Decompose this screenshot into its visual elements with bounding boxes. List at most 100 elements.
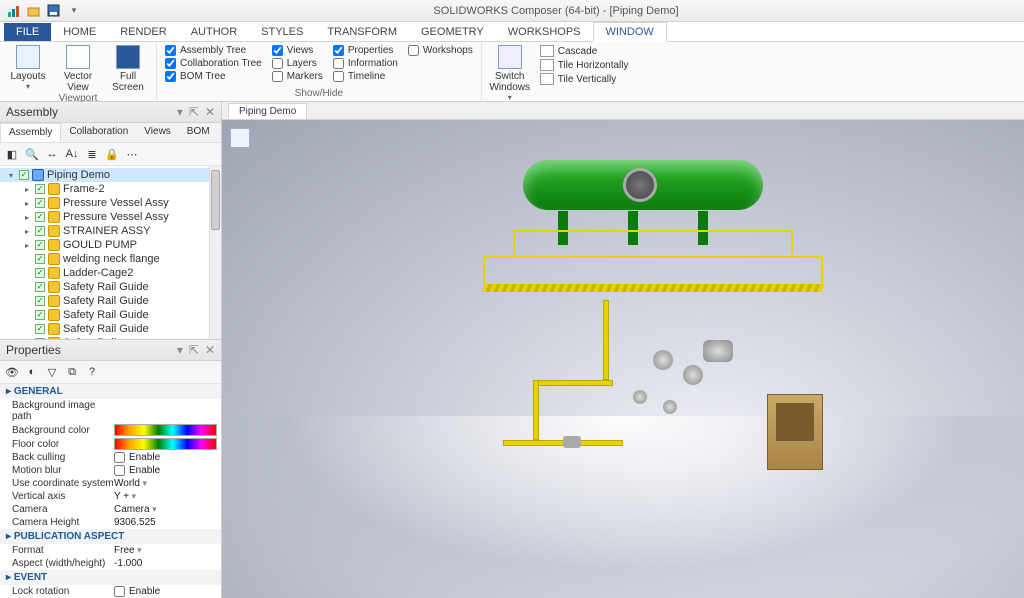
- assembly-toolbar: ◧ 🔍 ↔ A↓ ≣ 🔒 ⋯: [0, 143, 221, 166]
- tree-item[interactable]: ✓Safety Rail Guide: [0, 308, 221, 322]
- prop-bg-color[interactable]: Background color: [0, 423, 221, 437]
- tree-item[interactable]: ▸✓STRAINER ASSY: [0, 224, 221, 238]
- color-gradient-icon[interactable]: [114, 424, 217, 436]
- subtab-assembly[interactable]: Assembly: [0, 123, 61, 142]
- prop-format[interactable]: FormatFree: [0, 544, 221, 557]
- chk-bom-tree[interactable]: BOM Tree: [165, 71, 262, 82]
- chk-layers[interactable]: Layers: [272, 58, 323, 69]
- qat-save-icon[interactable]: [46, 3, 62, 19]
- tree-item[interactable]: ✓Safety Rail Guide: [0, 322, 221, 336]
- tab-window[interactable]: WINDOW: [593, 22, 667, 42]
- tb-sort-icon[interactable]: A↓: [64, 146, 80, 162]
- assembly-subtabs: Assembly Collaboration Views BOM: [0, 123, 221, 143]
- tab-styles[interactable]: STYLES: [249, 23, 315, 41]
- props-close-icon[interactable]: ✕: [205, 343, 215, 357]
- vector-view-button[interactable]: Vector View: [58, 45, 98, 93]
- viewport-3d[interactable]: [222, 120, 1024, 598]
- panel-close-icon[interactable]: ✕: [205, 105, 215, 119]
- panel-pin-icon[interactable]: ⇱: [189, 105, 199, 119]
- pt-neutral-icon[interactable]: ◐: [24, 364, 40, 380]
- chk-markers[interactable]: Markers: [272, 71, 323, 82]
- tb-list-icon[interactable]: ≣: [84, 146, 100, 162]
- tab-file[interactable]: FILE: [4, 23, 51, 41]
- switch-windows-button[interactable]: Switch Windows▾: [490, 45, 530, 102]
- prop-camera-height[interactable]: Camera Height9306.525: [0, 516, 221, 529]
- tab-home[interactable]: HOME: [51, 23, 108, 41]
- chk-collaboration-tree[interactable]: Collaboration Tree: [165, 58, 262, 69]
- panel-dropdown-icon[interactable]: ▾: [177, 105, 183, 119]
- pt-copy-icon[interactable]: ⧉: [64, 364, 80, 380]
- props-dropdown-icon[interactable]: ▾: [177, 343, 183, 357]
- properties-title: Properties: [6, 343, 61, 357]
- control-cabinet: [767, 394, 823, 470]
- qat-dropdown-icon[interactable]: ▾: [66, 3, 82, 19]
- tree-item[interactable]: ✓Safety Rail Guide: [0, 294, 221, 308]
- tree-item[interactable]: ✓Safety Rail Guide: [0, 280, 221, 294]
- pt-filter-icon[interactable]: ▽: [44, 364, 60, 380]
- subtab-collaboration[interactable]: Collaboration: [61, 123, 136, 142]
- prop-coord-sys[interactable]: Use coordinate systemWorld: [0, 477, 221, 490]
- subtab-views[interactable]: Views: [136, 123, 179, 142]
- tb-cube-icon[interactable]: ◧: [4, 146, 20, 162]
- layouts-button[interactable]: Layouts▾: [8, 45, 48, 91]
- prop-aspect[interactable]: Aspect (width/height)-1.000: [0, 557, 221, 570]
- tab-author[interactable]: AUTHOR: [179, 23, 249, 41]
- prop-vertical-axis[interactable]: Vertical axisY +: [0, 490, 221, 503]
- full-screen-button[interactable]: Full Screen: [108, 45, 148, 93]
- prop-back-culling[interactable]: Back cullingEnable: [0, 451, 221, 464]
- props-pin-icon[interactable]: ⇱: [189, 343, 199, 357]
- tb-arrow-icon[interactable]: ↔: [44, 146, 60, 162]
- chk-information[interactable]: Information: [333, 58, 398, 69]
- layouts-icon: [16, 45, 40, 69]
- tree-item[interactable]: ✓Ladder-Cage2: [0, 266, 221, 280]
- tb-search-icon[interactable]: 🔍: [24, 146, 40, 162]
- tree-item[interactable]: ▸✓GOULD PUMP: [0, 238, 221, 252]
- tree-item[interactable]: ▸✓Frame-2: [0, 182, 221, 196]
- tile-horizontal-button[interactable]: Tile Horizontally: [540, 59, 629, 71]
- app-title: SOLIDWORKS Composer (64-bit) - [Piping D…: [88, 5, 1024, 17]
- pipe-vert: [603, 300, 609, 380]
- properties-grid: ▸ GENERAL Background image path Backgrou…: [0, 384, 221, 598]
- chk-views[interactable]: Views: [272, 45, 323, 56]
- tree-scrollbar[interactable]: [209, 166, 221, 339]
- prop-lock-rotation[interactable]: Lock rotationEnable: [0, 585, 221, 598]
- prop-camera[interactable]: CameraCamera: [0, 503, 221, 516]
- section-event[interactable]: ▸ EVENT: [0, 570, 221, 585]
- tile-vertical-button[interactable]: Tile Vertically: [540, 73, 629, 85]
- qat-chart-icon[interactable]: [6, 3, 22, 19]
- tab-geometry[interactable]: GEOMETRY: [409, 23, 496, 41]
- safety-platform: [483, 230, 833, 300]
- group-show-hide: Assembly Tree Collaboration Tree BOM Tre…: [157, 42, 482, 101]
- prop-bg-image[interactable]: Background image path: [0, 399, 221, 423]
- color-gradient-icon[interactable]: [114, 438, 217, 450]
- chk-workshops[interactable]: Workshops: [408, 45, 473, 56]
- tb-lock-icon[interactable]: 🔒: [104, 146, 120, 162]
- tree-item[interactable]: ✓Safety Rail: [0, 336, 221, 339]
- scrollbar-thumb[interactable]: [211, 170, 220, 230]
- section-general[interactable]: ▸ GENERAL: [0, 384, 221, 399]
- fitting-1: [653, 350, 673, 370]
- pt-help-icon[interactable]: ?: [84, 364, 100, 380]
- tree-root[interactable]: ▾✓Piping Demo: [0, 168, 221, 182]
- tree-item[interactable]: ✓welding neck flange: [0, 252, 221, 266]
- subtab-bom[interactable]: BOM: [179, 123, 218, 142]
- viewport-tab-piping[interactable]: Piping Demo: [228, 103, 307, 119]
- qat-open-icon[interactable]: [26, 3, 42, 19]
- tab-transform[interactable]: TRANSFORM: [315, 23, 409, 41]
- chk-properties[interactable]: Properties: [333, 45, 398, 56]
- prop-floor-color[interactable]: Floor color: [0, 437, 221, 451]
- assembly-tree[interactable]: ▾✓Piping Demo▸✓Frame-2▸✓Pressure Vessel …: [0, 166, 221, 339]
- tab-render[interactable]: RENDER: [108, 23, 178, 41]
- cascade-button[interactable]: Cascade: [540, 45, 629, 57]
- tab-workshops[interactable]: WORKSHOPS: [496, 23, 593, 41]
- prop-motion-blur[interactable]: Motion blurEnable: [0, 464, 221, 477]
- tree-item[interactable]: ▸✓Pressure Vessel Assy: [0, 196, 221, 210]
- viewport-options-icon[interactable]: [230, 128, 250, 148]
- pt-eye-icon[interactable]: 👁: [4, 364, 20, 380]
- chk-timeline[interactable]: Timeline: [333, 71, 398, 82]
- tree-item[interactable]: ▸✓Pressure Vessel Assy: [0, 210, 221, 224]
- section-publication[interactable]: ▸ PUBLICATION ASPECT: [0, 529, 221, 544]
- chk-assembly-tree[interactable]: Assembly Tree: [165, 45, 262, 56]
- viewport-scene: [383, 150, 863, 510]
- tb-more-icon[interactable]: ⋯: [124, 146, 140, 162]
